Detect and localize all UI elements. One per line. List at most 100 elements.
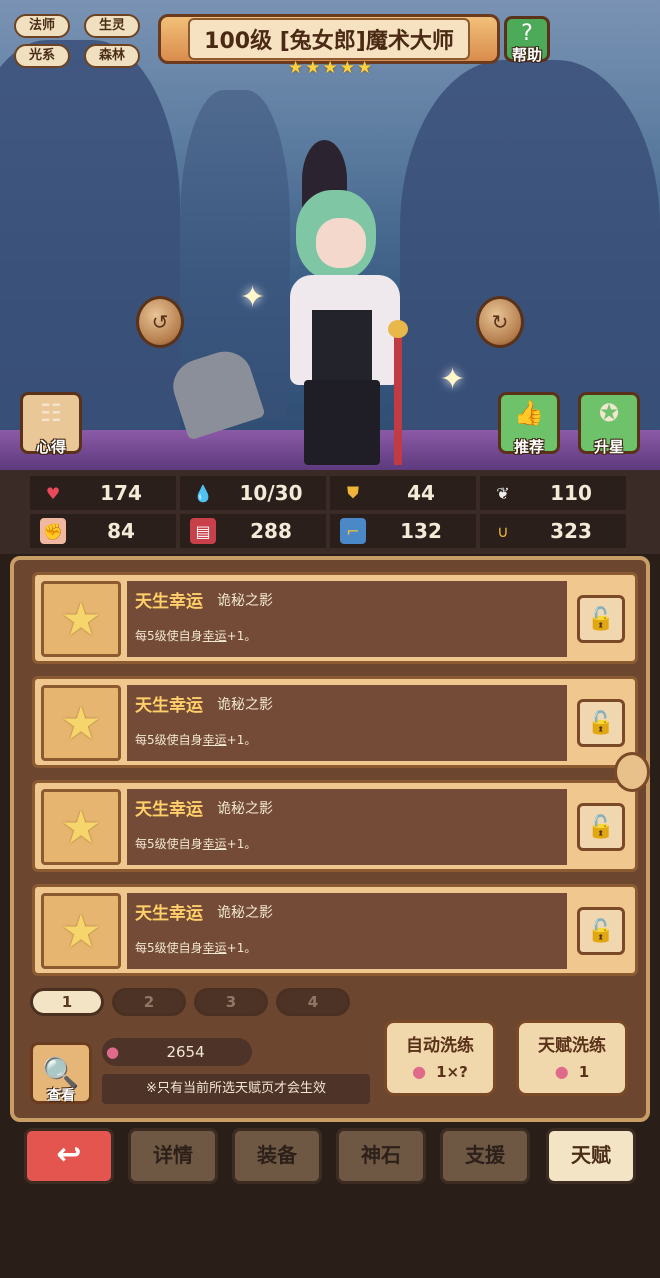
stat-value: 44	[407, 481, 435, 505]
bottom-nav: ↩ 详情 装备 神石 支援 天赋	[0, 1124, 660, 1194]
talent-page-tab-3[interactable]: 3	[194, 988, 268, 1016]
mana-drop-icon: 💧	[193, 483, 213, 503]
stat-defense: ⛊ 44	[330, 476, 476, 510]
hero-title: 100级 [兔女郎]魔术大师	[188, 18, 470, 60]
recommend-label: 推荐	[513, 438, 544, 456]
stats-panel: ♥ 174 💧 10/30 ⛊ 44 ❦ 110 ✊ 84 ▤ 288 ⌐ 13…	[0, 470, 660, 554]
heart-icon: ♥	[45, 483, 61, 503]
boot-icon: ⌐	[340, 518, 366, 544]
nav-talent[interactable]: 天赋	[546, 1128, 636, 1184]
auto-wash-button[interactable]: 自动洗练 ● 1×?	[384, 1020, 496, 1096]
talent-icon-frame: ★	[41, 685, 121, 761]
auto-wash-label: 自动洗练	[406, 1036, 474, 1056]
talent-keyword-link[interactable]: 幸运	[203, 837, 227, 851]
fist-icon: ✊	[40, 518, 66, 544]
talent-slot-4[interactable]: ★ 天生幸运 诡秘之影 每5级使自身幸运+1。 🔓	[32, 884, 638, 976]
stat-mana: 💧 10/30	[180, 476, 326, 510]
star-icon: ★	[288, 58, 304, 78]
talent-source: 诡秘之影	[217, 905, 273, 921]
star-up-label: 升星	[593, 438, 624, 456]
rotate-right-icon[interactable]: ↻	[476, 296, 524, 348]
tag-race: 生灵	[84, 14, 140, 38]
talent-star-icon: ★	[60, 592, 102, 646]
talent-page-tab-1[interactable]: 1	[30, 988, 104, 1016]
talent-name: 天生幸运	[135, 592, 203, 612]
bottom-background	[0, 1194, 660, 1278]
wing-icon: ❦	[496, 483, 510, 503]
talent-page-tab-4[interactable]: 4	[276, 988, 350, 1016]
help-button[interactable]: ? 帮助	[504, 16, 550, 64]
tag-class: 法师	[14, 14, 70, 38]
talent-icon-frame: ★	[41, 581, 121, 657]
star-icon: ★	[305, 58, 321, 78]
star-up-button[interactable]: ✪ 升星	[578, 392, 640, 456]
nav-support[interactable]: 支援	[440, 1128, 530, 1184]
talent-desc: 每5级使自身幸运+1。	[135, 941, 257, 955]
sparkle-icon: ✦	[240, 280, 266, 315]
shield-icon: ⛊	[346, 483, 359, 502]
back-button[interactable]: ↩	[24, 1128, 114, 1184]
unlock-icon[interactable]: 🔓	[577, 699, 625, 747]
hero-sprite[interactable]	[282, 140, 412, 465]
talent-icon-frame: ★	[41, 789, 121, 865]
thumbs-up-icon: 👍	[514, 399, 544, 427]
star-badge-icon: ✪	[598, 399, 620, 427]
talent-name: 天生幸运	[135, 800, 203, 820]
talent-source: 诡秘之影	[217, 697, 273, 713]
stat-value: 174	[100, 481, 142, 505]
talent-keyword-link[interactable]: 幸运	[203, 941, 227, 955]
side-expand-handle[interactable]	[614, 752, 650, 792]
stat-value: 10/30	[239, 481, 303, 505]
fruit-currency: ● 2654	[102, 1038, 252, 1066]
fruit-icon: ●	[412, 1062, 427, 1081]
talent-name: 天生幸运	[135, 904, 203, 924]
hero-title-bar: 100级 [兔女郎]魔术大师	[158, 14, 500, 64]
unlock-icon[interactable]: 🔓	[577, 907, 625, 955]
talent-star-icon: ★	[60, 800, 102, 854]
help-label: 帮助	[511, 46, 542, 64]
nav-equipment[interactable]: 装备	[232, 1128, 322, 1184]
stat-value: 84	[107, 519, 135, 543]
stat-agility: ⌐ 132	[330, 514, 476, 548]
stat-value: 288	[250, 519, 292, 543]
star-icon: ★	[357, 58, 373, 78]
talent-info: 天生幸运 诡秘之影 每5级使自身幸运+1。	[127, 789, 567, 865]
page-notice: ※只有当前所选天赋页才会生效	[102, 1074, 370, 1104]
stat-magic: ▤ 288	[180, 514, 326, 548]
sparkle-icon: ✦	[440, 362, 466, 397]
recommend-button[interactable]: 👍 推荐	[498, 392, 560, 456]
unlock-icon[interactable]: 🔓	[577, 595, 625, 643]
talent-slot-2[interactable]: ★ 天生幸运 诡秘之影 每5级使自身幸运+1。 🔓	[32, 676, 638, 768]
talent-desc: 每5级使自身幸运+1。	[135, 629, 257, 643]
scroll-icon: ☷	[40, 399, 62, 427]
talent-wash-cost: 1	[578, 1062, 590, 1081]
nav-godstone[interactable]: 神石	[336, 1128, 426, 1184]
xinde-button[interactable]: ☷ 心得	[20, 392, 82, 456]
talent-info: 天生幸运 诡秘之影 每5级使自身幸运+1。	[127, 893, 567, 969]
tag-element: 光系	[14, 44, 70, 68]
stat-luck: ∪ 323	[480, 514, 626, 548]
talent-desc: 每5级使自身幸运+1。	[135, 733, 257, 747]
talent-slot-3[interactable]: ★ 天生幸运 诡秘之影 每5级使自身幸运+1。 🔓	[32, 780, 638, 872]
stat-value: 323	[550, 519, 592, 543]
currency-value: 2654	[166, 1043, 205, 1061]
back-arrow-icon: ↩	[56, 1137, 82, 1172]
stat-value: 110	[550, 481, 592, 505]
rotate-left-icon[interactable]: ↺	[136, 296, 184, 348]
talent-wash-button[interactable]: 天赋洗练 ● 1	[516, 1020, 628, 1096]
view-label: 查看	[47, 1088, 75, 1104]
talent-page-tab-2[interactable]: 2	[112, 988, 186, 1016]
stat-value: 132	[400, 519, 442, 543]
star-icon: ★	[339, 58, 355, 78]
view-button[interactable]: 🔍 查看	[30, 1042, 92, 1104]
unlock-icon[interactable]: 🔓	[577, 803, 625, 851]
talent-source: 诡秘之影	[217, 593, 273, 609]
talent-name: 天生幸运	[135, 696, 203, 716]
talent-star-icon: ★	[60, 696, 102, 750]
auto-wash-cost: 1×?	[436, 1062, 468, 1081]
talent-page-tabs: 1 2 3 4	[30, 988, 350, 1016]
talent-keyword-link[interactable]: 幸运	[203, 629, 227, 643]
talent-slot-1[interactable]: ★ 天生幸运 诡秘之影 每5级使自身幸运+1。 🔓	[32, 572, 638, 664]
talent-keyword-link[interactable]: 幸运	[203, 733, 227, 747]
nav-details[interactable]: 详情	[128, 1128, 218, 1184]
